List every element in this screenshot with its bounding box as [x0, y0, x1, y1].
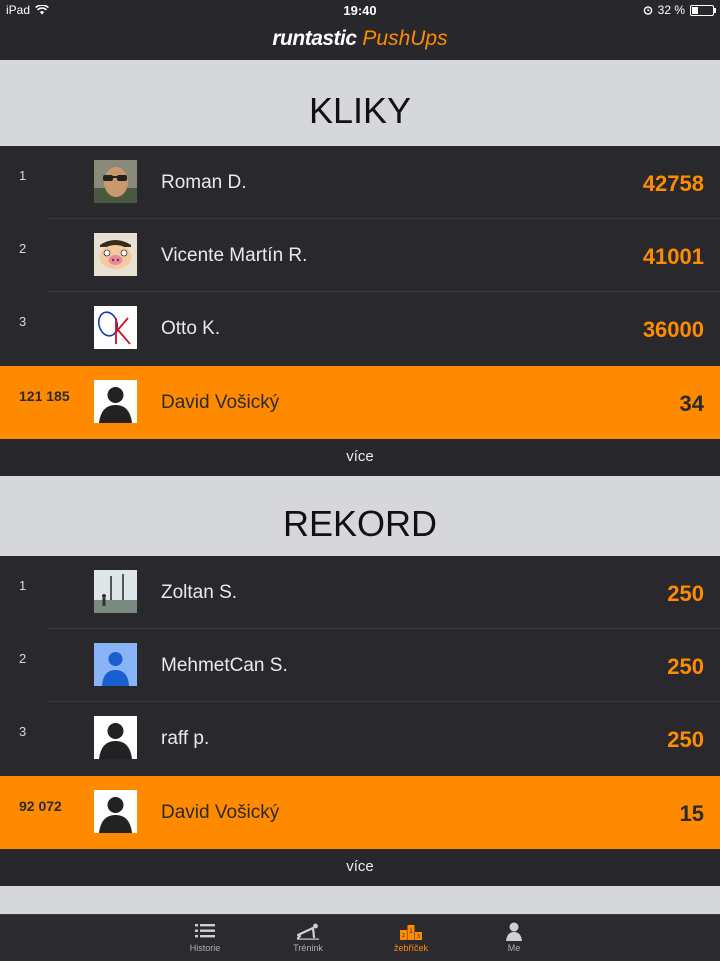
avatar[interactable] — [94, 160, 137, 203]
tab-bar: Historie Trénink 1 2 3 žebříček Me — [0, 914, 720, 961]
tab-label: žebříček — [393, 943, 428, 953]
alarm-icon — [643, 6, 652, 15]
section-title-kliky: KLIKY — [0, 60, 720, 146]
more-button[interactable]: více — [0, 439, 720, 476]
score: 41001 — [642, 244, 704, 269]
avatar[interactable] — [94, 306, 137, 349]
score: 250 — [667, 581, 704, 606]
rank: 1 — [19, 168, 27, 183]
leaderboard-row[interactable]: 2 MehmetCan S. 250 — [0, 629, 720, 702]
podium-icon: 1 2 3 — [400, 925, 422, 940]
svg-text:3: 3 — [417, 934, 420, 940]
score: 250 — [667, 727, 704, 752]
next-section-header — [0, 886, 720, 914]
tab-label: Me — [507, 943, 521, 953]
score: 15 — [679, 801, 704, 826]
more-button[interactable]: více — [0, 849, 720, 886]
app-name: PushUps — [362, 27, 448, 50]
rank: 2 — [19, 651, 27, 666]
score: 36000 — [642, 317, 704, 342]
tab-me[interactable]: Me — [474, 915, 554, 961]
rank: 1 — [19, 578, 27, 593]
avatar[interactable] — [94, 380, 137, 423]
tab-trenink[interactable]: Trénink — [268, 915, 348, 961]
player-name: Vicente Martín R. — [161, 245, 308, 266]
leaderboard-row[interactable]: 1 Zoltan S. 250 — [0, 556, 720, 629]
avatar[interactable] — [94, 233, 137, 276]
svg-text:1: 1 — [409, 928, 413, 935]
tab-historie[interactable]: Historie — [165, 915, 245, 961]
player-name: David Vošický — [161, 392, 280, 413]
score: 34 — [679, 391, 704, 416]
score: 250 — [667, 654, 704, 679]
leaderboard-row[interactable]: 1 Roman D. 42758 — [0, 146, 720, 219]
rank: 2 — [19, 241, 27, 256]
brand-logo: runtastic — [272, 27, 357, 50]
battery-icon — [690, 4, 716, 16]
avatar[interactable] — [94, 643, 137, 686]
rank: 92 072 — [19, 798, 62, 814]
status-right: 32 % — [643, 3, 716, 17]
player-name: MehmetCan S. — [161, 655, 288, 676]
score: 42758 — [642, 171, 704, 196]
current-user-row[interactable]: 92 072 David Vošický 15 — [0, 776, 720, 849]
player-name: Roman D. — [161, 172, 247, 193]
player-name: raff p. — [161, 728, 210, 749]
current-user-row[interactable]: 121 185 David Vošický 34 — [0, 366, 720, 439]
pushup-icon — [296, 923, 319, 940]
player-name: Zoltan S. — [161, 582, 238, 603]
rank: 3 — [19, 724, 27, 739]
battery-percent: 32 % — [657, 3, 685, 17]
avatar[interactable] — [94, 716, 137, 759]
tab-label: Historie — [189, 943, 221, 953]
svg-text:2: 2 — [402, 933, 405, 939]
player-name: Otto K. — [161, 318, 221, 339]
list-icon — [195, 924, 215, 938]
tab-label: Trénink — [293, 943, 323, 953]
avatar[interactable] — [94, 570, 137, 613]
app-header: runtastic PushUps — [0, 20, 720, 60]
section-title-rekord: REKORD — [0, 476, 720, 556]
rank: 121 185 — [19, 388, 70, 404]
leaderboard-row[interactable]: 3 Otto K. 36000 — [0, 292, 720, 365]
status-bar: iPad 19:40 32 % — [0, 0, 720, 20]
avatar[interactable] — [94, 790, 137, 833]
profile-icon — [506, 922, 522, 941]
tab-zebricek[interactable]: 1 2 3 žebříček — [371, 915, 451, 961]
leaderboard-row[interactable]: 2 Vicente Martín R. 41001 — [0, 219, 720, 292]
leaderboard-row[interactable]: 3 raff p. 250 — [0, 702, 720, 775]
player-name: David Vošický — [161, 802, 280, 823]
clock: 19:40 — [343, 3, 377, 18]
rank: 3 — [19, 314, 27, 329]
